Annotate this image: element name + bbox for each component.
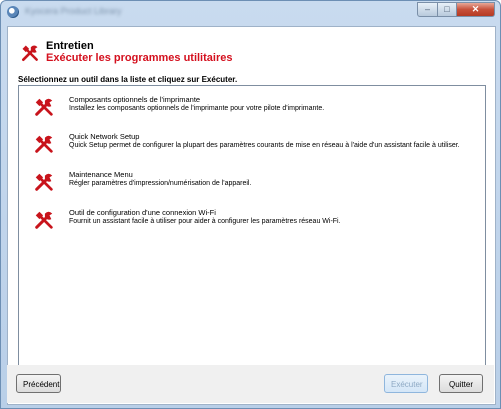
title-bar[interactable]: Kyocera Product Library – □ ✕: [1, 1, 500, 23]
tools-icon: [22, 45, 38, 62]
item-title: Maintenance Menu: [69, 170, 133, 179]
app-icon: [7, 6, 19, 18]
page-title: Entretien: [46, 40, 94, 52]
item-title: Quick Network Setup: [69, 132, 140, 141]
list-item[interactable]: Outil de configuration d'une connexion W…: [19, 203, 485, 239]
item-description: Fournit un assistant facile à utiliser p…: [69, 218, 341, 225]
tools-icon: [35, 135, 53, 153]
button-bar: Précédent Exécuter Quitter: [7, 365, 494, 403]
maximize-button[interactable]: □: [438, 2, 457, 17]
tools-icon: [35, 98, 53, 116]
item-description: Régler paramètres d'impression/numérisat…: [69, 180, 252, 187]
close-button[interactable]: ✕: [457, 2, 495, 17]
execute-button[interactable]: Exécuter: [384, 374, 428, 393]
list-item[interactable]: Composants optionnels de l'imprimante In…: [19, 90, 485, 126]
app-window: Kyocera Product Library – □ ✕ Entretien …: [0, 0, 501, 409]
window-title: Kyocera Product Library: [25, 6, 122, 16]
tools-icon: [35, 173, 53, 191]
tools-icon: [35, 211, 53, 229]
tools-list[interactable]: Composants optionnels de l'imprimante In…: [18, 85, 486, 377]
item-description: Installez les composants optionnels de l…: [69, 105, 325, 112]
minimize-button[interactable]: –: [417, 2, 438, 17]
list-item[interactable]: Quick Network Setup Quick Setup permet d…: [19, 127, 485, 163]
previous-button[interactable]: Précédent: [16, 374, 61, 393]
page-subtitle: Exécuter les programmes utilitaires: [46, 52, 233, 64]
main-panel: Entretien Exécuter les programmes utilit…: [7, 26, 496, 405]
item-description: Quick Setup permet de configurer la plup…: [69, 142, 460, 149]
list-item[interactable]: Maintenance Menu Régler paramètres d'imp…: [19, 165, 485, 201]
item-title: Outil de configuration d'une connexion W…: [69, 208, 216, 217]
quit-button[interactable]: Quitter: [439, 374, 483, 393]
item-title: Composants optionnels de l'imprimante: [69, 95, 201, 104]
caption-buttons: – □ ✕: [417, 2, 495, 17]
instruction-text: Sélectionnez un outil dans la liste et c…: [18, 75, 238, 84]
